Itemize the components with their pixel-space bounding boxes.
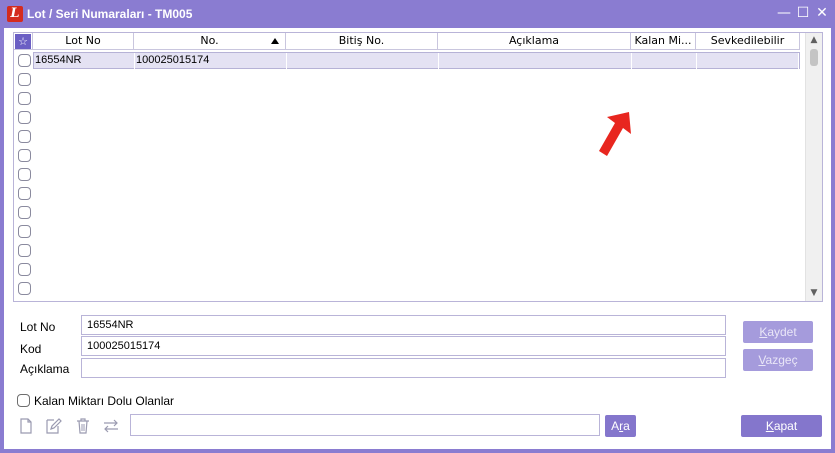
ara-first-letter: A [611,419,620,433]
minimize-button[interactable]: — [776,5,792,21]
close-button[interactable]: ✕ [814,5,830,21]
list-item[interactable] [14,222,800,241]
lot-no-label: Lot No [20,320,56,334]
cell-bitis-no[interactable] [287,53,439,70]
column-header-bitis-no[interactable]: Bitiş No. [286,33,438,50]
list-item[interactable] [14,203,800,222]
swap-icon[interactable] [102,417,120,435]
list-item[interactable] [14,146,800,165]
kaydet-button[interactable]: Kaydet [743,321,813,343]
scroll-down-icon[interactable]: ▼ [806,286,822,300]
list-item[interactable] [14,165,800,184]
new-document-icon[interactable] [17,417,35,435]
ara-rest: a [623,419,630,433]
grid-vertical-scrollbar[interactable]: ▲ ▼ [805,33,822,301]
ara-button[interactable]: Ara [605,415,636,437]
kaydet-label: aydet [767,325,797,339]
row-checkbox[interactable] [18,187,31,200]
column-header-aciklama[interactable]: Açıklama [438,33,631,50]
vazgec-accelerator: V [758,353,766,367]
list-item[interactable] [14,70,800,89]
kalan-miktar-checkbox-label[interactable]: Kalan Miktarı Dolu Olanlar [34,394,174,408]
kod-input[interactable]: 100025015174 [81,336,726,356]
column-header-lot-no[interactable]: Lot No [33,33,134,50]
select-all-header[interactable]: ☆ [14,33,33,50]
column-header-no[interactable]: No. [134,33,286,50]
maximize-button[interactable]: ☐ [795,5,811,21]
row-checkbox[interactable] [18,92,31,105]
cell-aciklama[interactable] [439,53,632,70]
window-content: ☆ Lot No No. Bitiş No. Açıklama Kalan Mi… [4,28,831,449]
kalan-miktar-checkbox[interactable] [17,394,30,407]
lot-serial-window: L Lot / Seri Numaraları - TM005 — ☐ ✕ ☆ … [0,0,835,453]
row-checkbox[interactable] [18,244,31,257]
column-header-kalan-miktar[interactable]: Kalan Mi... [631,33,696,50]
column-header-no-label: No. [200,34,219,47]
scrollbar-thumb[interactable] [810,49,818,66]
cell-lot-no[interactable]: 16554NR [34,53,135,70]
edit-document-icon[interactable] [44,417,62,435]
list-item[interactable] [14,279,800,298]
vazgec-button[interactable]: Vazgeç [743,349,813,371]
sort-ascending-icon [271,38,279,44]
vazgec-label: azgeç [765,353,798,367]
aciklama-input[interactable] [81,358,726,378]
cell-no[interactable]: 100025015174 [135,53,287,70]
row-checkbox[interactable] [18,225,31,238]
aciklama-label: Açıklama [20,362,70,376]
row-checkbox[interactable] [18,168,31,181]
search-input[interactable] [130,414,600,436]
kod-label: Kod [20,342,42,356]
table-row[interactable]: 16554NR 100025015174 [14,51,800,70]
list-item[interactable] [14,89,800,108]
lot-serial-grid: ☆ Lot No No. Bitiş No. Açıklama Kalan Mi… [13,32,823,302]
window-title: Lot / Seri Numaraları - TM005 [27,7,193,21]
row-cells[interactable]: 16554NR 100025015174 [33,52,800,70]
row-checkbox[interactable] [18,149,31,162]
annotation-arrow-icon [599,112,631,156]
delete-icon[interactable] [74,417,92,435]
row-checkbox[interactable] [18,282,31,295]
row-checkbox[interactable] [18,111,31,124]
row-checkbox[interactable] [18,206,31,219]
row-checkbox[interactable] [18,263,31,276]
list-item[interactable] [14,241,800,260]
kapat-button[interactable]: Kapat [741,415,822,437]
cell-sevkedilebilir[interactable] [697,53,799,70]
kapat-accelerator: K [765,419,774,433]
list-item[interactable] [14,127,800,146]
title-bar[interactable]: L Lot / Seri Numaraları - TM005 — ☐ ✕ [0,0,835,28]
kapat-label: apat [773,419,798,433]
row-checkbox[interactable] [18,130,31,143]
scroll-up-icon[interactable]: ▲ [806,33,822,47]
grid-rows: 16554NR 100025015174 [14,51,800,298]
app-logo-icon: L [7,6,23,22]
star-icon[interactable]: ☆ [15,34,31,49]
lot-no-input[interactable]: 16554NR [81,315,726,335]
cell-kalan-miktar[interactable] [632,53,697,70]
row-checkbox[interactable] [18,73,31,86]
grid-header: ☆ Lot No No. Bitiş No. Açıklama Kalan Mi… [14,33,800,50]
row-checkbox[interactable] [18,54,31,67]
list-item[interactable] [14,260,800,279]
column-header-sevkedilebilir[interactable]: Sevkedilebilir [696,33,800,50]
list-item[interactable] [14,108,800,127]
list-item[interactable] [14,184,800,203]
